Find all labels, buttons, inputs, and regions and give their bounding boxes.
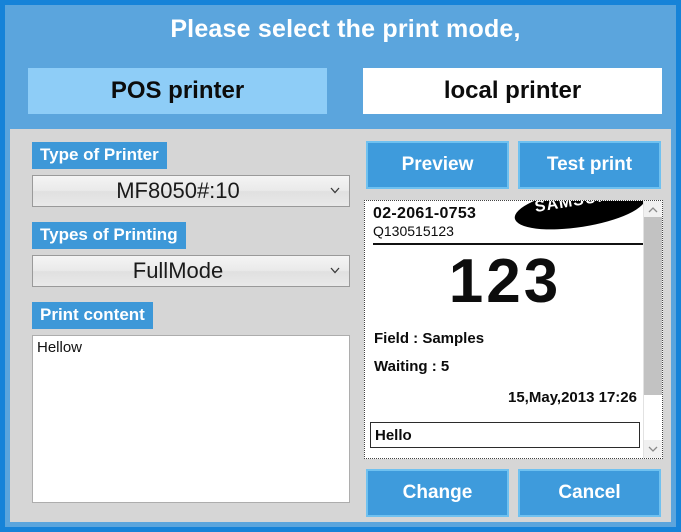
label-types-of-printing: Types of Printing xyxy=(32,222,186,249)
chevron-down-icon xyxy=(648,446,658,452)
printing-type-value: FullMode xyxy=(132,258,224,283)
print-mode-tabs: POS printer local printer xyxy=(5,68,676,114)
receipt-ticket-number: 123 xyxy=(448,247,562,316)
label-print-content: Print content xyxy=(32,302,153,329)
receipt-code: Q130515123 xyxy=(373,223,454,239)
printing-type-select[interactable]: FullMode xyxy=(32,255,350,287)
chevron-down-icon xyxy=(330,187,340,194)
chevron-down-icon xyxy=(330,267,340,274)
preview-text-input[interactable]: Hello xyxy=(370,422,640,448)
receipt-datetime: 15,May,2013 17:26 xyxy=(508,389,637,406)
printer-type-select[interactable]: MF8050#:10 xyxy=(32,175,350,207)
tab-pos-printer[interactable]: POS printer xyxy=(28,68,327,114)
tab-local-printer[interactable]: local printer xyxy=(363,68,662,114)
receipt-preview-frame[interactable]: SAMSUNG 02-2061-0753 Q130515123 123 Fiel… xyxy=(364,200,663,459)
change-button[interactable]: Change xyxy=(366,469,509,517)
chevron-up-icon xyxy=(648,207,658,213)
receipt-divider xyxy=(373,243,643,245)
print-mode-dialog: Please select the print mode, POS printe… xyxy=(0,0,681,532)
samsung-logo-text: SAMSUNG xyxy=(512,201,643,220)
test-print-button[interactable]: Test print xyxy=(518,141,661,189)
printer-type-value: MF8050#:10 xyxy=(116,178,240,203)
label-type-of-printer: Type of Printer xyxy=(32,142,167,169)
receipt-header: 02-2061-0753 Q130515123 xyxy=(373,205,476,240)
receipt-field-line: Field : Samples xyxy=(374,330,485,347)
print-content-textarea[interactable]: Hellow xyxy=(32,335,350,503)
receipt-waiting-line: Waiting : 5 xyxy=(374,358,450,375)
dialog-body: Type of Printer MF8050#:10 Types of Prin… xyxy=(10,129,671,522)
preview-scrollbar[interactable] xyxy=(643,201,662,458)
cancel-button[interactable]: Cancel xyxy=(518,469,661,517)
receipt-preview-page: SAMSUNG 02-2061-0753 Q130515123 123 Fiel… xyxy=(365,201,643,458)
scrollbar-thumb[interactable] xyxy=(644,217,662,395)
receipt-phone: 02-2061-0753 xyxy=(373,205,477,222)
preview-button[interactable]: Preview xyxy=(366,141,509,189)
page-title: Please select the print mode, xyxy=(170,15,521,43)
scroll-down-button[interactable] xyxy=(644,440,662,458)
samsung-logo-icon: SAMSUNG xyxy=(511,201,643,238)
